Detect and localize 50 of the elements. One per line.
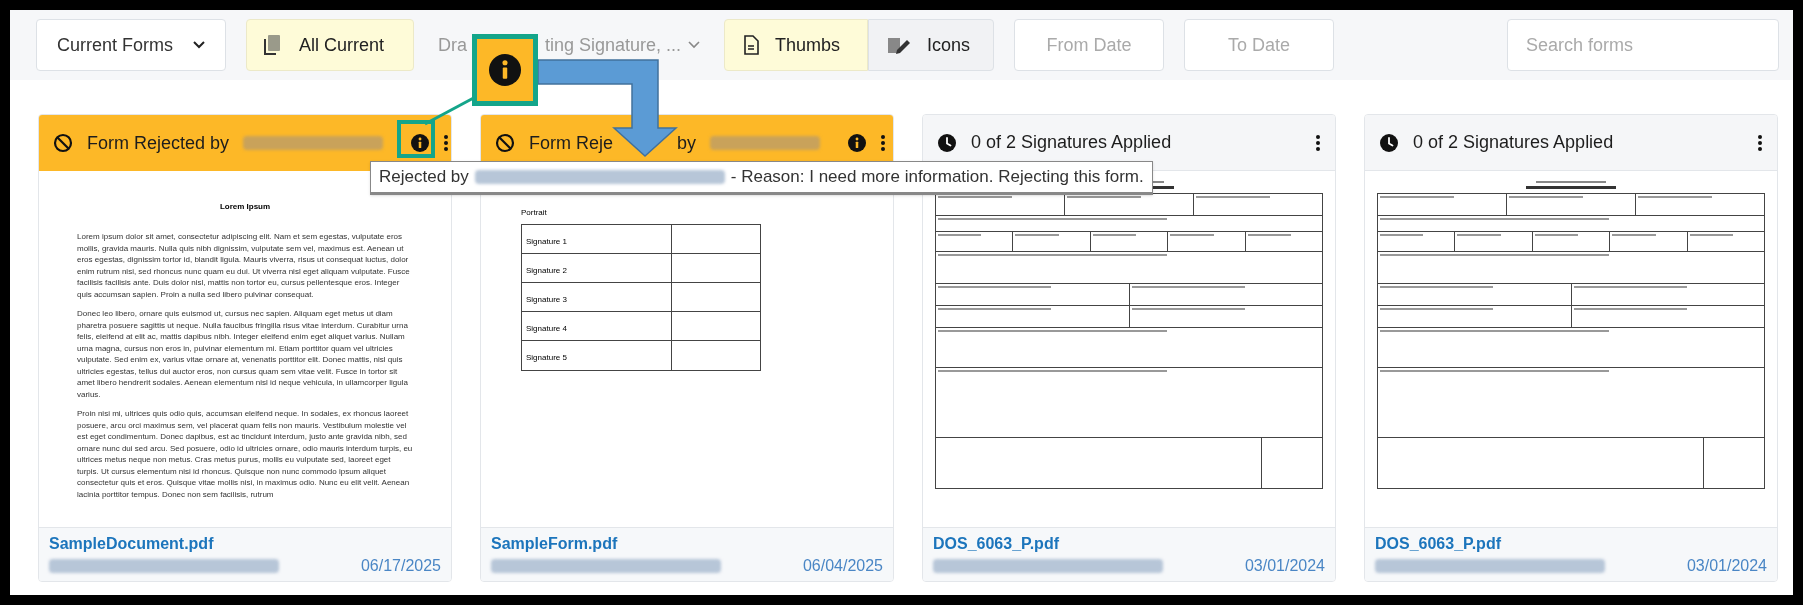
date-field[interactable]: To Date — [1184, 19, 1334, 71]
tooltip-label: Rejected by — [379, 166, 469, 189]
ban-icon — [495, 133, 515, 153]
more-icon[interactable] — [1315, 133, 1321, 152]
form-card[interactable]: 0 of 2 Signatures Applied DOS_6063_P.pdf 03/01/2024 — [1364, 114, 1778, 582]
card-status: by — [677, 131, 697, 155]
form-date: 03/01/2024 — [1686, 556, 1767, 576]
view-toggle[interactable]: Icons — [868, 19, 994, 71]
document-paragraph: Proin nisi mi, ultrices quis odio quis, accumsan eleifend neque. In sodales, ex rhoncus laoreet posuere, arcu orci maximus sem, vel placerat quam felis non mauris. Vestibulum molestie vel est eget condimentum. Donec dapibus, est ac tincidunt interdum, justo ante gravida nibh, sed ornare nunc dui sed arcu. Sed posuere, odio id ultricies ornare, odio mauris interdum turpis, eu ultrices metus neque non metus. Cras metus purus, mollis eu vulputate sed, laoreet eget turpis. Ut cursus elementum nisi id rhoncus. Quisque non nunc commodo ipsum aliquet consectetur quis et eros. Quisque vitae mollis nisi, in maximus odio. Nunc eu elit velit. Aenean lacinia porttitor tempus. Donec non sem facilisis, rutrum — [77, 408, 413, 500]
document-paragraph: Lorem ipsum dolor sit amet, consectetur adipiscing elit. Nam et sem egestas, vulputate eros mollis, gravida mauris. Nulla quis nibh dignissim, vulputate sem vel, maximus est. Aenean ut eros egestas, dignissim tortor id, blandit ligula. Mauris viverra, risus ut consequat luctus, dolor enim rutrum nisi, sed rhoncus nunc quam eu dui. Ut viverra nisl eget aliquam vulputate. Fusce facilisis facilisis ante. Duis dolor nisl, mattis non tortor eu, cursus pellentesque eros. Integer quis accumsan sapien. Proin a nulla sed libero pulvinar consequat. — [77, 231, 411, 300]
pen-paper-icon — [887, 35, 911, 55]
info-icon[interactable] — [411, 134, 430, 152]
search-field[interactable]: Search forms — [1507, 19, 1779, 71]
more-icon[interactable] — [1757, 133, 1763, 152]
document-heading: Portrait — [521, 207, 548, 219]
ban-icon — [53, 133, 73, 153]
info-icon[interactable] — [848, 134, 867, 152]
file-name[interactable]: DOS_6063_P.pdf — [1375, 534, 1767, 554]
card-status: Form Rejected by — [87, 131, 230, 155]
form-date: 03/01/2024 — [1244, 556, 1325, 576]
filter-button[interactable]: All Current — [246, 19, 414, 71]
copies-icon — [263, 34, 281, 56]
callout-highlight — [397, 120, 435, 158]
file-name[interactable]: DOS_6063_P.pdf — [933, 534, 1325, 554]
date-field[interactable]: From Date — [1014, 19, 1164, 71]
signature-label: Signature 1 — [526, 237, 567, 246]
view-toggle[interactable]: Thumbs — [724, 19, 868, 71]
document-icon — [743, 35, 759, 55]
card-status: 0 of 2 Signatures Applied — [971, 131, 1172, 154]
more-icon[interactable] — [880, 134, 887, 152]
signature-label: Signature 4 — [526, 324, 567, 333]
chevron-down-icon[interactable] — [688, 41, 700, 49]
file-name[interactable]: SampleDocument.pdf — [49, 534, 441, 554]
view-select[interactable]: Current Forms — [36, 19, 226, 71]
signature-label: Signature 3 — [526, 295, 567, 304]
form-date: 06/04/2025 — [802, 556, 883, 576]
document-title: Lorem Ipsum — [218, 201, 272, 213]
more-icon[interactable] — [443, 134, 450, 152]
clock-icon — [937, 132, 957, 153]
signature-label: Signature 2 — [526, 266, 567, 275]
clock-icon — [1379, 132, 1399, 153]
form-date: 06/17/2025 — [360, 556, 441, 576]
form-card[interactable] — [38, 114, 452, 582]
signature-label: Signature 5 — [526, 353, 567, 362]
card-status: Form Reje — [529, 131, 613, 155]
document-paragraph: Donec leo libero, ornare quis euismod ut, cursus nec sapien. Aliquam eget metus ut diam pharetra posuere sagittis ut neque. Nulla faucibus fringilla risus vitae interdum. Curabitur urna felis, eleifend at elit ac, mattis dapibus nibh. Integer eleifend enim eget aliquet varius. Nullam urna magna, cursus non eros in, pulvinar elementum mi. Etiam porttitor quam vel ultricies vulputate. Sed enim ex, varius vitae ornare at, venenatis porttitor elit. Donec mattis, nisl quis ultricies egestas, tellus dui auctor eros, non cursus quam sem vitae velit. Fusce in tortor sit amet libero hendrerit sodales. Aenean elementum nisl id neque vehicula, in ullamcorper ligula varius. — [77, 308, 409, 400]
file-name[interactable]: SampleForm.pdf — [491, 534, 883, 554]
card-status: 0 of 2 Signatures Applied — [1413, 131, 1614, 154]
info-icon[interactable] — [489, 54, 521, 86]
chevron-down-icon — [193, 41, 205, 49]
